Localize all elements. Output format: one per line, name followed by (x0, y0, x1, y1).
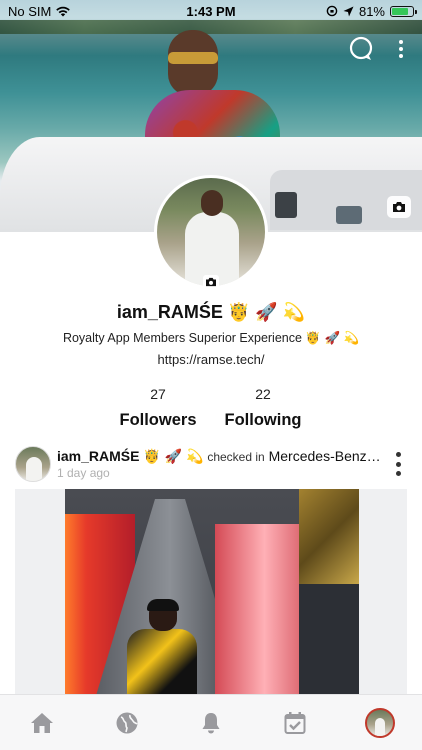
post-more-button[interactable] (394, 452, 402, 476)
camera-icon (206, 277, 216, 287)
followers-label: Followers (119, 411, 197, 429)
battery-level (392, 7, 409, 15)
camera-icon (393, 202, 405, 212)
chat-bubble-icon (349, 36, 373, 60)
tab-home[interactable] (12, 703, 72, 743)
profile-username: iam_RAMŚE 🤴 🚀 💫 (116, 302, 306, 322)
cover-person-sunglasses (168, 52, 218, 64)
chat-button[interactable] (348, 36, 374, 62)
battery-icon (390, 5, 417, 17)
tab-notifications[interactable] (181, 703, 241, 743)
cover-shoreline (0, 20, 422, 34)
cover-boat-screen (336, 206, 362, 224)
tab-events[interactable] (265, 703, 325, 743)
battery-percent: 81% (358, 3, 385, 19)
more-options-button[interactable] (392, 36, 410, 62)
status-bar: No SIM 1:43 PM 81% (0, 0, 422, 22)
profile-website-link[interactable]: https://ramse.tech/ (0, 352, 422, 367)
profile-avatar-image (157, 178, 265, 286)
followers-stat[interactable]: 27 Followers (103, 386, 213, 430)
followers-count: 27 (150, 386, 166, 402)
globe-icon (116, 712, 138, 733)
profile-bio: Royalty App Members Superior Experience … (62, 331, 360, 345)
orientation-lock-icon (326, 5, 338, 17)
post-header: iam_RAMŚE 🤴 🚀 💫 checked in Mercedes-Benz… (15, 446, 410, 484)
wifi-icon (56, 6, 71, 17)
change-avatar-button[interactable] (203, 275, 219, 289)
cover-boat-dash (275, 192, 297, 218)
post-author-avatar[interactable] (15, 446, 51, 482)
post-photo (65, 489, 359, 694)
change-cover-button[interactable] (387, 196, 411, 218)
tab-explore[interactable] (97, 703, 157, 743)
more-vertical-icon (399, 40, 403, 44)
post-author[interactable]: iam_RAMŚE 🤴 🚀 💫 (57, 448, 203, 464)
post-time: 1 day ago (57, 466, 110, 480)
profile-avatar-icon (364, 707, 395, 738)
following-stat[interactable]: 22 Following (208, 386, 318, 430)
following-count: 22 (255, 386, 271, 402)
location-arrow-icon (343, 6, 354, 16)
post-place[interactable]: Mercedes-Benz… (269, 448, 381, 464)
following-label: Following (224, 411, 302, 429)
home-icon (31, 712, 54, 733)
post-title-line: iam_RAMŚE 🤴 🚀 💫 checked in Mercedes-Benz… (57, 448, 387, 465)
bell-icon (202, 712, 220, 733)
tab-profile[interactable] (350, 703, 410, 743)
calendar-check-icon (284, 711, 306, 734)
carrier-label: No SIM (8, 3, 52, 19)
tab-bar (0, 694, 422, 750)
more-vertical-icon (395, 452, 401, 457)
status-right: 81% (326, 3, 417, 19)
post-image[interactable] (15, 489, 407, 694)
profile-avatar[interactable] (154, 175, 268, 289)
post-checkin-text: checked in (207, 450, 265, 464)
status-left: No SIM (8, 4, 71, 19)
